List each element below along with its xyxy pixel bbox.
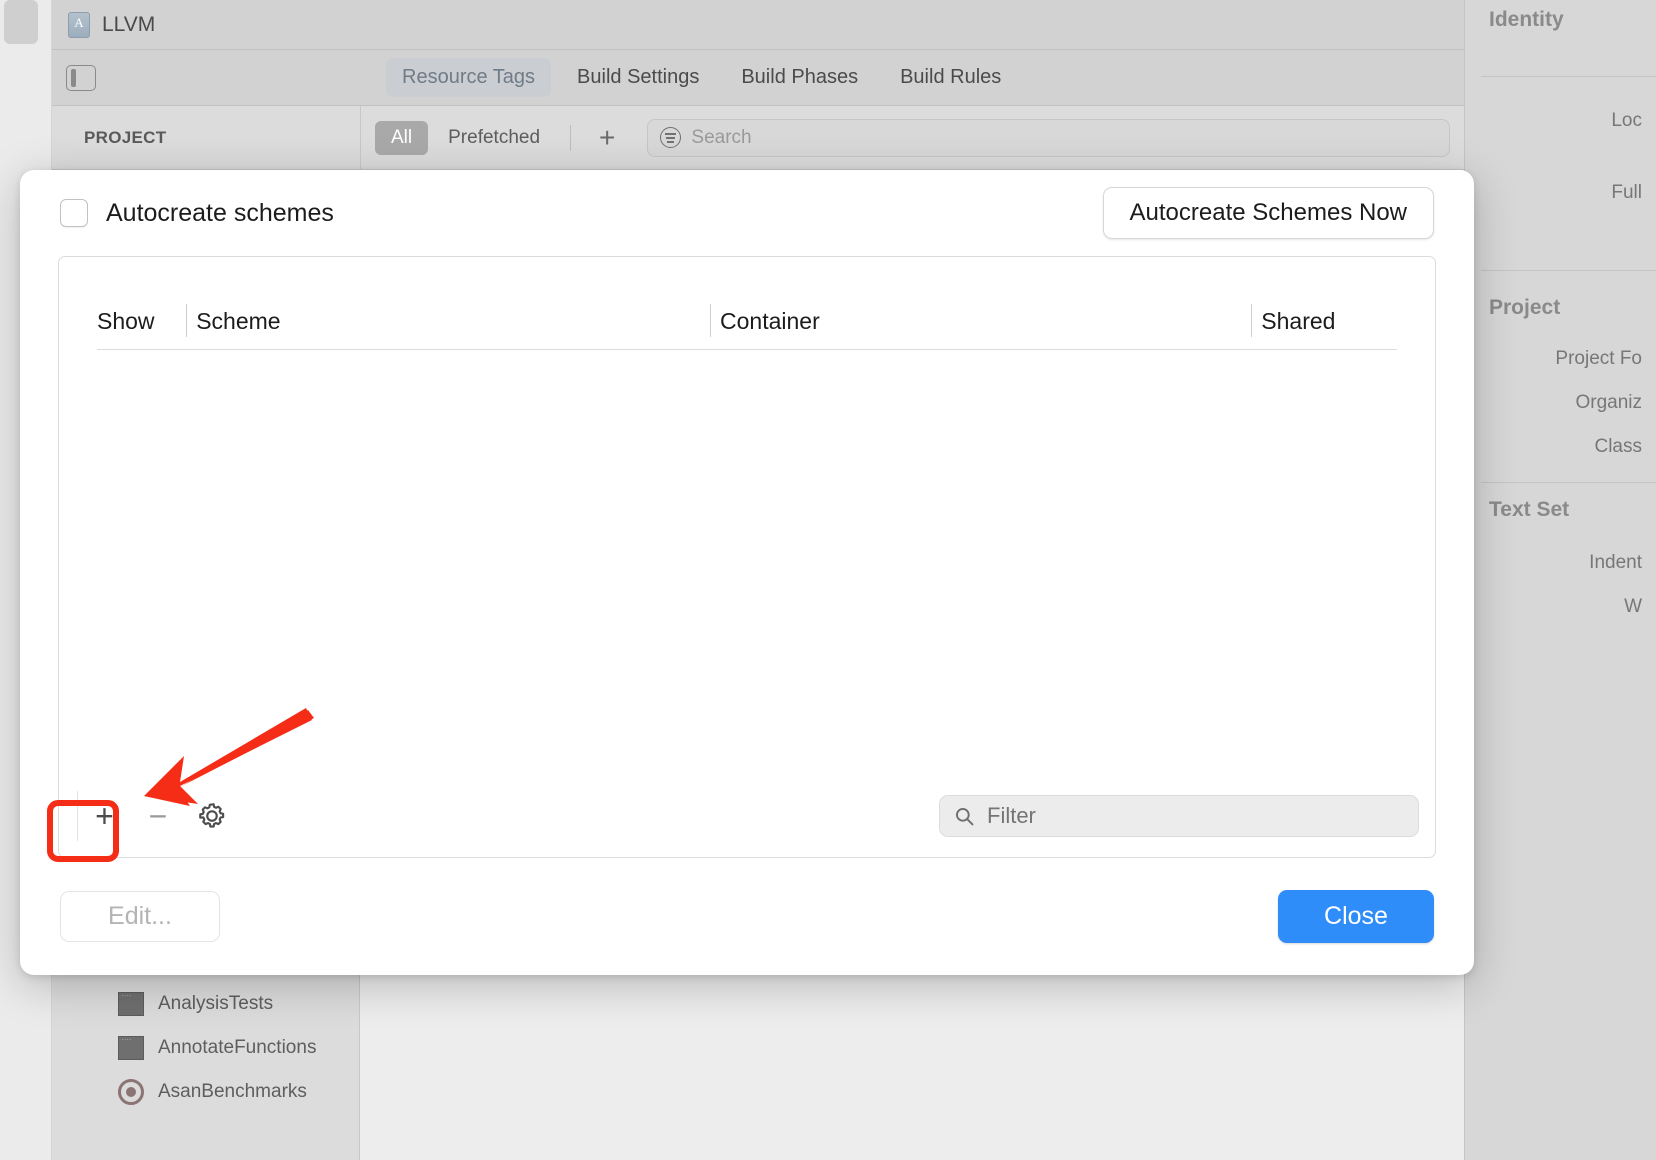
close-button[interactable]: Close — [1278, 890, 1434, 943]
project-section-label: PROJECT — [84, 127, 167, 147]
inspector-divider — [1481, 270, 1656, 271]
column-header-show[interactable]: Show — [97, 308, 186, 335]
remove-scheme-button[interactable]: − — [131, 791, 185, 841]
inspector-row-project-format: Project Fo — [1555, 348, 1642, 369]
inspector-divider — [1481, 76, 1656, 77]
resource-tag-controls: All Prefetched + Search — [360, 106, 1464, 169]
xcode-project-icon — [68, 11, 90, 38]
column-header-scheme[interactable]: Scheme — [186, 304, 710, 337]
filter-field[interactable] — [939, 795, 1419, 837]
manage-schemes-dialog: Autocreate schemes Autocreate Schemes No… — [20, 170, 1474, 975]
tab-build-phases[interactable]: Build Phases — [725, 58, 874, 97]
gear-icon — [199, 803, 225, 828]
dialog-footer: Edit... Close — [20, 858, 1474, 975]
tab-resource-tags[interactable]: Resource Tags — [386, 58, 552, 97]
add-resource-tag-button[interactable]: + — [585, 123, 629, 152]
list-item-label: AnnotateFunctions — [158, 1037, 317, 1058]
screen: LLVM Resource Tags Build Settings Build … — [0, 0, 1656, 1160]
autocreate-schemes-checkbox[interactable] — [60, 199, 88, 227]
source-file-icon — [118, 991, 144, 1016]
project-titlebar: LLVM — [52, 0, 1464, 50]
inspector-panel: Identity Loc Full Project Project Fo Org… — [1464, 0, 1656, 1160]
tab-build-rules[interactable]: Build Rules — [884, 58, 1017, 97]
project-subbar: PROJECT All Prefetched + Search — [52, 106, 1464, 170]
column-header-container[interactable]: Container — [710, 304, 1251, 337]
inspector-row-indent-using: Indent — [1589, 552, 1642, 573]
inspector-row-location: Loc — [1611, 110, 1642, 131]
autocreate-schemes-now-button[interactable]: Autocreate Schemes Now — [1102, 187, 1434, 239]
tab-group: Resource Tags Build Settings Build Phase… — [386, 58, 1017, 97]
segment-prefetched[interactable]: Prefetched — [432, 121, 556, 155]
inspector-header-project: Project — [1489, 296, 1561, 319]
search-field[interactable]: Search — [647, 118, 1450, 157]
search-icon — [955, 807, 974, 825]
scheme-settings-button[interactable] — [185, 791, 239, 841]
inspector-divider — [1481, 482, 1656, 483]
autocreate-schemes-label: Autocreate schemes — [106, 198, 334, 227]
tab-build-settings[interactable]: Build Settings — [561, 58, 715, 97]
inspector-row-widths: W — [1624, 596, 1642, 617]
inspector-row-class-prefix: Class — [1594, 436, 1642, 457]
edit-scheme-button[interactable]: Edit... — [60, 891, 220, 942]
inspector-row-full-path: Full — [1611, 182, 1642, 203]
list-item-label: AsanBenchmarks — [158, 1081, 307, 1102]
inspector-header-identity: Identity — [1489, 8, 1564, 31]
segment-all[interactable]: All — [375, 120, 429, 155]
filter-input[interactable] — [987, 803, 1367, 829]
search-placeholder: Search — [691, 126, 752, 148]
list-item[interactable]: AnalysisTests — [52, 982, 359, 1026]
list-item[interactable]: AsanBenchmarks — [52, 1070, 359, 1114]
project-title: LLVM — [102, 12, 156, 36]
inspector-row-organization: Organiz — [1575, 392, 1642, 413]
column-header-shared[interactable]: Shared — [1251, 304, 1397, 337]
add-scheme-button[interactable]: + — [77, 791, 131, 841]
filter-list-icon — [660, 127, 682, 148]
schemes-table-panel: Show Scheme Container Shared + − — [58, 256, 1436, 858]
source-file-icon — [118, 1035, 144, 1060]
schemes-table-body[interactable] — [59, 350, 1435, 775]
schemes-table-toolbar: + − — [59, 775, 1435, 857]
list-item-label: AnalysisTests — [158, 993, 274, 1014]
schemes-table-header: Show Scheme Container Shared — [59, 257, 1435, 349]
list-item[interactable]: AnnotateFunctions — [52, 1026, 359, 1070]
dialog-header: Autocreate schemes Autocreate Schemes No… — [20, 170, 1474, 256]
editor-tabbar: Resource Tags Build Settings Build Phase… — [52, 50, 1464, 106]
navigator-chip — [4, 0, 38, 44]
inspector-header-text-settings: Text Set — [1489, 498, 1570, 521]
segment-divider — [570, 124, 572, 151]
pane-toggle-icon[interactable] — [66, 64, 96, 91]
target-icon — [118, 1079, 144, 1105]
